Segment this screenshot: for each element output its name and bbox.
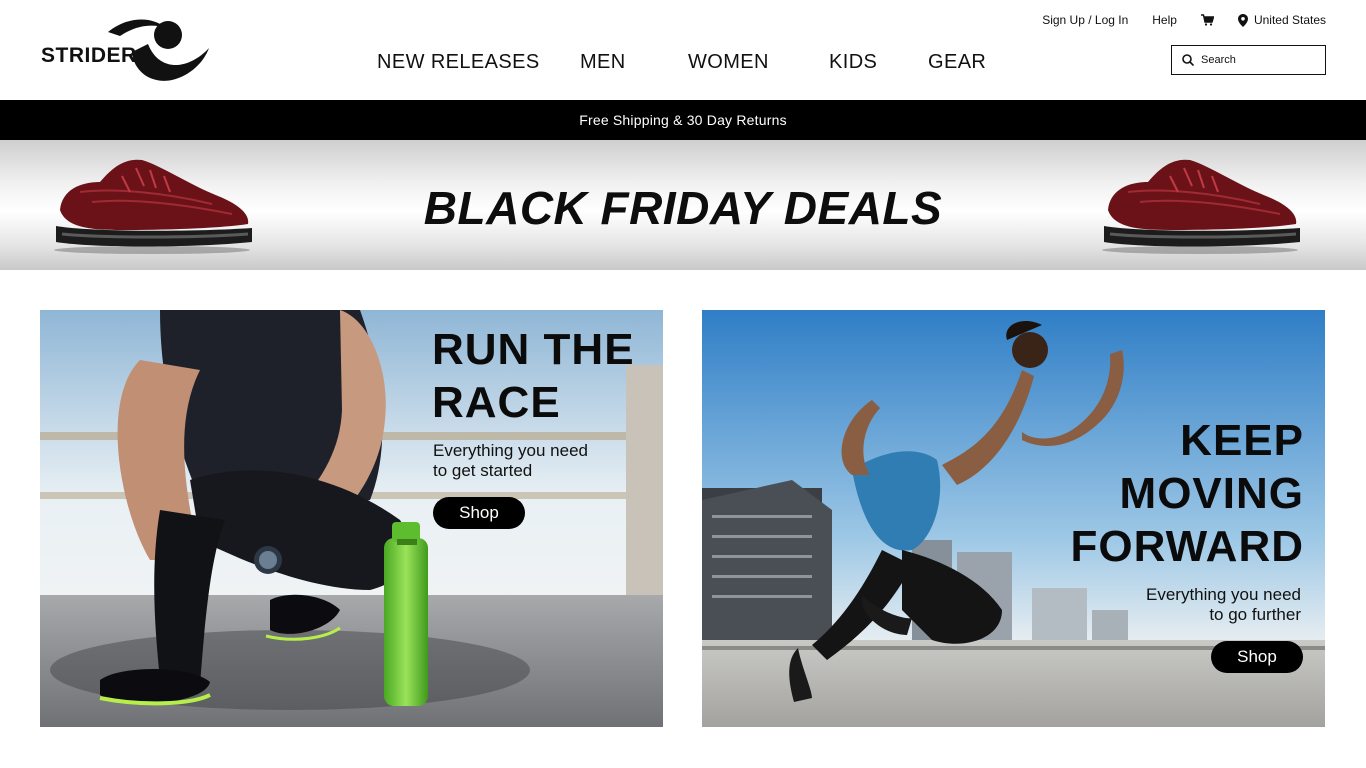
headline-line-1: RUN THE: [432, 325, 635, 374]
shipping-banner: Free Shipping & 30 Day Returns: [0, 100, 1366, 140]
promo-card-run-the-race[interactable]: RUN THE RACE Everything you need to get …: [40, 310, 663, 727]
headline-line-2: MOVING: [1119, 469, 1304, 518]
subtitle-line-2: to get started: [433, 461, 533, 480]
headline-line-1: KEEP: [1180, 416, 1304, 465]
subtitle-line-1: Everything you need: [433, 441, 588, 460]
cart-button[interactable]: [1200, 14, 1214, 26]
nav-new-releases[interactable]: NEW RELEASES: [377, 51, 540, 74]
shipping-text: Free Shipping & 30 Day Returns: [579, 112, 787, 128]
strider-logo[interactable]: STRIDER: [40, 18, 212, 84]
headline-line-2: RACE: [432, 378, 561, 427]
promo-subtitle-right: Everything you need to go further: [1146, 585, 1301, 625]
search-input[interactable]: [1201, 54, 1311, 66]
nav-women[interactable]: WOMEN: [688, 51, 769, 74]
cart-icon: [1200, 14, 1214, 26]
shop-button-right[interactable]: Shop: [1211, 641, 1303, 673]
black-friday-banner[interactable]: BLACK FRIDAY DEALS: [0, 140, 1366, 270]
search-icon: [1182, 54, 1194, 66]
signup-login-link[interactable]: Sign Up / Log In: [1042, 13, 1128, 27]
site-header: STRIDER Sign Up / Log In Help United Sta…: [0, 0, 1366, 100]
nav-gear[interactable]: GEAR: [928, 51, 986, 74]
search-box[interactable]: [1171, 45, 1326, 75]
subtitle-line-2: to go further: [1209, 605, 1301, 624]
shop-button-left[interactable]: Shop: [433, 497, 525, 529]
location-pin-icon: [1237, 13, 1248, 27]
sneaker-image-right: [1102, 159, 1300, 254]
utility-bar: Sign Up / Log In Help United States: [1042, 12, 1326, 28]
promo-headline-right: KEEP MOVING FORWARD: [1070, 414, 1304, 573]
region-selector[interactable]: United States: [1237, 13, 1326, 27]
nav-kids[interactable]: KIDS: [829, 51, 877, 74]
region-label: United States: [1253, 13, 1326, 27]
help-link[interactable]: Help: [1152, 13, 1177, 27]
promo-headline-left: RUN THE RACE: [432, 323, 635, 429]
nav-men[interactable]: MEN: [580, 51, 626, 74]
logo-mark-icon: [108, 19, 209, 81]
headline-line-3: FORWARD: [1070, 522, 1304, 571]
promo-subtitle-left: Everything you need to get started: [433, 441, 633, 481]
subtitle-line-1: Everything you need: [1146, 585, 1301, 604]
promo-card-keep-moving-forward[interactable]: KEEP MOVING FORWARD Everything you need …: [702, 310, 1325, 727]
